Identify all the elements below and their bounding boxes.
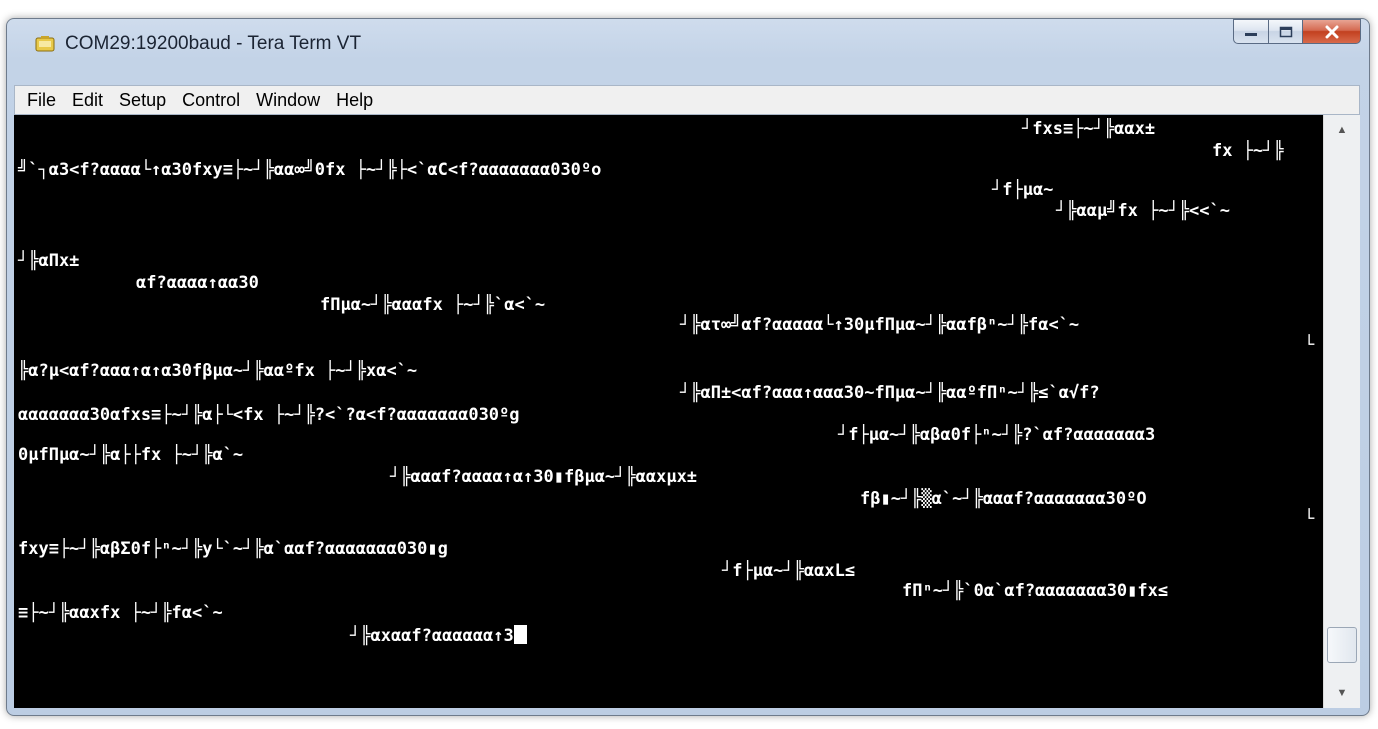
terminal-line: ┘╠ααμ╝fx ├~┘╠<<`~ <box>1056 201 1230 221</box>
tera-term-window: COM29:19200baud - Tera Term VT File Edit… <box>6 18 1370 716</box>
terminal-line: αf?αααα↑αα30 <box>136 273 259 293</box>
terminal-line: ┘╠αxααf?αααααα↑3 <box>350 625 527 646</box>
scroll-up-arrow-icon: ▲ <box>1336 124 1348 136</box>
terminal-line: └ <box>1304 509 1315 529</box>
tera-term-app-icon[interactable] <box>35 35 55 53</box>
terminal-line: ┘╠αΠx± <box>18 251 80 271</box>
terminal-line: fΠμα~┘╠αααfx ├~┘╠`α<`~ <box>320 295 546 315</box>
scroll-down-button[interactable]: ▼ <box>1324 678 1360 708</box>
close-icon <box>1325 25 1338 38</box>
text-cursor <box>513 625 527 644</box>
terminal-line: fΠⁿ~┘╠`0α`αf?ααααααα30▮fx≤ <box>902 581 1169 601</box>
menu-edit[interactable]: Edit <box>72 90 103 111</box>
terminal-line-text: ┘╠αxααf?αααααα↑3 <box>350 626 514 646</box>
terminal-line: ααααααα30αfxs≡├~┘╠α├└<fx ├~┘╠?<`?α<f?ααα… <box>18 405 520 425</box>
window-title: COM29:19200baud - Tera Term VT <box>65 33 362 54</box>
menu-setup[interactable]: Setup <box>119 90 166 111</box>
terminal-line: ╝`┐α3<f?αααα└↑α30fxy≡├~┘╠αα∞╝0fx ├~┘╠├<`… <box>18 160 602 180</box>
terminal-screen[interactable]: ┘fxs≡├~┘╠ααx± fx ├~┘╠ ╝`┐α3<f?αααα└↑α30f… <box>14 115 1323 708</box>
terminal-line: ┘f├μα~┘╠ααxL≤ <box>722 561 856 581</box>
scroll-up-button[interactable]: ▲ <box>1324 115 1360 145</box>
terminal-line: fβ▮~┘╠▒α`~┘╠αααf?ααααααα30ºO <box>860 489 1147 509</box>
terminal-line: ┘fxs≡├~┘╠ααx± <box>1022 119 1156 139</box>
menu-help[interactable]: Help <box>336 90 373 111</box>
maximize-icon <box>1279 26 1292 37</box>
terminal-line: ┘╠ατ∞╝αf?ααααα└↑30μfΠμα~┘╠ααfβⁿ~┘╠fα<`~ <box>680 315 1080 335</box>
terminal-line: ┘f├μα~ <box>992 180 1054 200</box>
scrollbar-thumb[interactable] <box>1327 627 1357 663</box>
terminal-line: ┘╠αΠ±<αf?ααα↑ααα30~fΠμα~┘╠ααºfΠⁿ~┘╠≤`α√f… <box>680 383 1100 403</box>
scroll-down-arrow-icon: ▼ <box>1336 687 1348 699</box>
menu-control[interactable]: Control <box>182 90 240 111</box>
terminal-line: ┘╠αααf?αααα↑α↑30▮fβμα~┘╠ααxμx± <box>390 467 698 487</box>
terminal-line: 0μfΠμα~┘╠α├├fx ├~┘╠α`~ <box>18 445 244 465</box>
menu-file[interactable]: File <box>27 90 56 111</box>
terminal-line: ┘f├μα~┘╠αβα0f├ⁿ~┘╠?`αf?ααααααα3 <box>838 425 1156 445</box>
vertical-scrollbar[interactable]: ▲ ▼ <box>1323 115 1360 708</box>
minimize-button[interactable] <box>1233 19 1269 44</box>
menu-bar: File Edit Setup Control Window Help <box>14 85 1360 115</box>
terminal-line: └ <box>1304 335 1315 355</box>
minimize-icon <box>1245 32 1257 36</box>
close-button[interactable] <box>1303 19 1361 44</box>
menu-window[interactable]: Window <box>256 90 320 111</box>
terminal-line: fx ├~┘╠ <box>1212 141 1284 161</box>
terminal-line: ≡├~┘╠ααxfx ├~┘╠fα<`~ <box>18 603 223 623</box>
maximize-button[interactable] <box>1269 19 1303 44</box>
terminal-line: fxy≡├~┘╠αβΣ0f├ⁿ~┘╠y└`~┘╠α`ααf?ααααααα030… <box>18 539 448 559</box>
terminal-line: ╠α?μ<αf?ααα↑α↑α30fβμα~┘╠ααºfx ├~┘╠xα<`~ <box>18 361 418 381</box>
window-controls <box>1233 19 1361 47</box>
